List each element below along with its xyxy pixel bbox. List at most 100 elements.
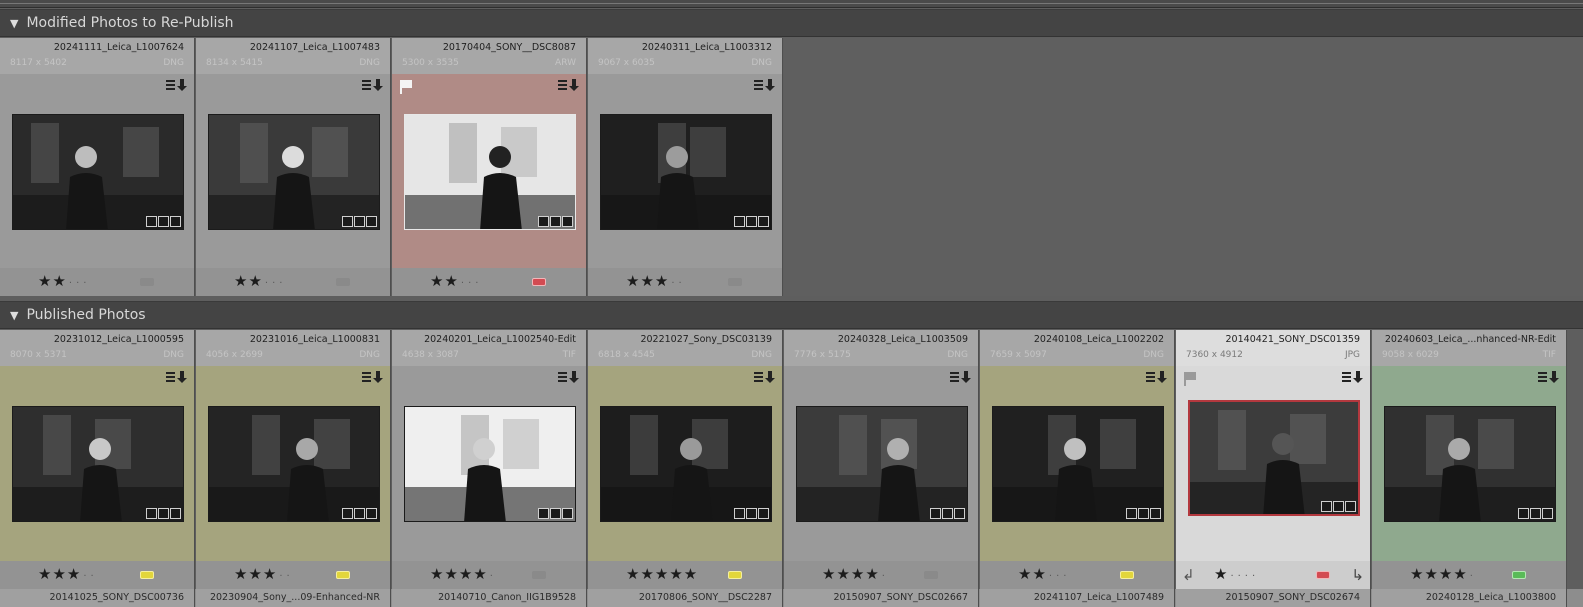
color-label-red[interactable] [532,278,546,286]
star-rating[interactable]: ★★★★★ [626,565,700,583]
photo-thumbnail[interactable] [1384,406,1556,522]
photo-cell-partial[interactable]: 20150907_SONY_DSC02674 [1176,589,1371,607]
develop-badge-icon[interactable] [930,508,941,519]
photo-thumbnail[interactable] [600,114,772,230]
metadata-badge-icon[interactable] [166,77,188,91]
star-rating[interactable]: ★★ ··· [234,272,286,290]
photo-thumbnail[interactable] [404,114,576,230]
metadata-badge-icon[interactable] [1538,369,1560,383]
metadata-badge-icon[interactable] [558,77,580,91]
rotate-right-icon[interactable]: ↳ [1351,566,1364,584]
star-rating[interactable]: ★★★ ·· [626,272,686,290]
photo-cell[interactable]: 20231016_Leica_L1000831 4056 x 2699 DNG ★★★… [196,330,391,589]
color-label-yellow[interactable] [336,571,350,579]
crop-badge-icon[interactable] [550,508,561,519]
photo-thumbnail[interactable] [404,406,576,522]
metadata-badge-icon[interactable] [362,77,384,91]
triangle-down-icon[interactable]: ▼ [10,17,18,30]
crop-badge-icon[interactable] [354,508,365,519]
develop-badge-icon[interactable] [734,216,745,227]
edit-badge-icon[interactable] [170,508,181,519]
photo-cell-selected[interactable]: 20140421_SONY_DSC01359 7360 x 4912 JPG ★ ···… [1176,330,1371,589]
rotate-left-icon[interactable]: ↲ [1182,566,1195,584]
section-header-modified[interactable]: ▼ Modified Photos to Re-Publish [0,9,1583,37]
develop-badge-icon[interactable] [538,216,549,227]
metadata-badge-icon[interactable] [166,369,188,383]
flag-icon[interactable] [1184,371,1196,386]
edit-badge-icon[interactable] [366,508,377,519]
develop-badge-icon[interactable] [342,508,353,519]
crop-badge-icon[interactable] [550,216,561,227]
star-rating[interactable]: ★ ···· [1214,565,1259,583]
photo-cell[interactable]: 20240108_Leica_L1002202 7659 x 5097 DNG ★★ ·… [980,330,1175,589]
crop-badge-icon[interactable] [942,508,953,519]
develop-badge-icon[interactable] [734,508,745,519]
metadata-badge-icon[interactable] [1342,369,1364,383]
develop-badge-icon[interactable] [342,216,353,227]
photo-cell[interactable]: 20240603_Leica_...nhanced-NR-Edit 9058 x … [1372,330,1567,589]
photo-cell-partial[interactable]: 20150907_SONY_DSC02667 [784,589,979,607]
star-rating[interactable]: ★★★★ · [1410,565,1477,583]
photo-thumbnail[interactable] [12,406,184,522]
photo-cell-partial[interactable]: 20230904_Sony_...09-Enhanced-NR [196,589,391,607]
photo-cell[interactable]: 20221027_Sony_DSC03139 6818 x 4545 DNG ★★★★… [588,330,783,589]
color-label-yellow[interactable] [728,571,742,579]
photo-cell[interactable]: 20170404_SONY__DSC8087 5300 x 3535 ARW ★★ ··… [392,38,587,296]
metadata-badge-icon[interactable] [1146,369,1168,383]
edit-badge-icon[interactable] [562,508,573,519]
photo-thumbnail[interactable] [208,406,380,522]
flag-icon[interactable] [400,79,412,94]
photo-thumbnail[interactable] [796,406,968,522]
develop-badge-icon[interactable] [1126,508,1137,519]
photo-cell[interactable]: 20240328_Leica_L1003509 7776 x 5175 DNG ★★★… [784,330,979,589]
crop-badge-icon[interactable] [158,508,169,519]
star-rating[interactable]: ★★★★ · [430,565,497,583]
metadata-badge-icon[interactable] [362,369,384,383]
crop-badge-icon[interactable] [1138,508,1149,519]
photo-cell-partial[interactable]: 20170806_SONY__DSC2287 [588,589,783,607]
edit-badge-icon[interactable] [366,216,377,227]
edit-badge-icon[interactable] [758,216,769,227]
star-rating[interactable]: ★★ ··· [430,272,482,290]
edit-badge-icon[interactable] [758,508,769,519]
color-label-red[interactable] [1316,571,1330,579]
photo-cell-partial[interactable]: 20141025_SONY_DSC00736 [0,589,195,607]
photo-cell-partial[interactable]: 20140710_Canon_IIG1B9528 [392,589,587,607]
edit-badge-icon[interactable] [170,216,181,227]
develop-badge-icon[interactable] [538,508,549,519]
photo-thumbnail[interactable] [12,114,184,230]
photo-thumbnail[interactable] [1188,400,1360,516]
develop-badge-icon[interactable] [146,216,157,227]
crop-badge-icon[interactable] [354,216,365,227]
photo-cell-partial[interactable]: 20240128_Leica_L1003800 [1372,589,1567,607]
photo-thumbnail[interactable] [600,406,772,522]
color-label-none[interactable] [140,278,154,286]
crop-badge-icon[interactable] [746,508,757,519]
develop-badge-icon[interactable] [1518,508,1529,519]
develop-badge-icon[interactable] [146,508,157,519]
star-rating[interactable]: ★★★ ·· [38,565,98,583]
photo-cell[interactable]: 20241111_Leica_L1007624 8117 x 5402 DNG ★★ ·… [0,38,195,296]
crop-badge-icon[interactable] [746,216,757,227]
edit-badge-icon[interactable] [562,216,573,227]
edit-badge-icon[interactable] [1542,508,1553,519]
photo-cell[interactable]: 20240201_Leica_L1002540-Edit 4638 x 3087 T… [392,330,587,589]
star-rating[interactable]: ★★★★ · [822,565,889,583]
crop-badge-icon[interactable] [158,216,169,227]
triangle-down-icon[interactable]: ▼ [10,309,18,322]
crop-badge-icon[interactable] [1530,508,1541,519]
color-label-yellow[interactable] [1120,571,1134,579]
metadata-badge-icon[interactable] [754,77,776,91]
edit-badge-icon[interactable] [1150,508,1161,519]
photo-cell-partial[interactable]: 20241107_Leica_L1007489 [980,589,1175,607]
color-label-none[interactable] [336,278,350,286]
star-rating[interactable]: ★★★ ·· [234,565,294,583]
photo-cell[interactable]: 20231012_Leica_L1000595 8070 x 5371 DNG ★★★… [0,330,195,589]
photo-cell[interactable]: 20241107_Leica_L1007483 8134 x 5415 DNG ★★ ·… [196,38,391,296]
color-label-none[interactable] [728,278,742,286]
photo-cell[interactable]: 20240311_Leica_L1003312 9067 x 6035 DNG ★★★… [588,38,783,296]
edit-badge-icon[interactable] [954,508,965,519]
photo-thumbnail[interactable] [992,406,1164,522]
metadata-badge-icon[interactable] [754,369,776,383]
edit-badge-icon[interactable] [1345,501,1356,512]
